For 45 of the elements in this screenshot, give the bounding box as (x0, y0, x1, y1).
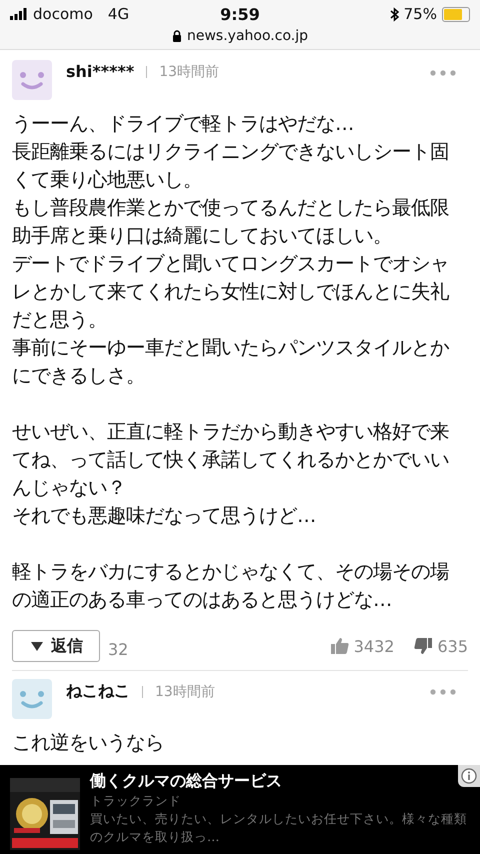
comment-text: てね、って話して快く承諾してくれるかとかでいい (12, 447, 449, 473)
reply-button[interactable]: 返信 (12, 630, 100, 662)
advertiser-name: トラックランド (90, 792, 182, 810)
comment-text: くて乗り心地悪いし。 (12, 167, 202, 193)
lock-icon (172, 30, 182, 42)
comment-text: にできるしさ。 (12, 363, 145, 389)
signal-icon (10, 8, 28, 20)
user-name[interactable]: shi***** (66, 62, 134, 81)
comment-text: 助手席と乗り口は綺麗にしておいてほしい。 (12, 223, 392, 249)
comment-text: だと思う。 (12, 307, 107, 333)
comment-text: デートでドライブと聞いてロングスカートでオシャ (12, 251, 449, 277)
comment-text: んじゃない？ (12, 475, 126, 501)
user-name[interactable]: ねこねこ (66, 681, 130, 702)
comment-text: もし普段農作業とかで使ってるんだとしたら最低限 (12, 195, 449, 221)
ad-description: 買いたい、売りたい、レンタルしたいお任せ下さい。様々な種類 (90, 810, 467, 828)
network-type: 4G (108, 5, 130, 23)
thumbs-up-icon (330, 638, 349, 654)
post-time: 13時間前 (159, 62, 220, 80)
comment-text: これ逆をいうなら (12, 730, 164, 756)
ad-title: 働くクルマの総合サービス (90, 770, 283, 792)
like-button[interactable]: 3432 (330, 636, 394, 656)
caret-icon (31, 642, 43, 650)
carrier-name: docomo (33, 5, 93, 23)
more-icon[interactable] (430, 689, 456, 695)
comment-text: うーーん、ドライブで軽トラはやだな… (12, 111, 354, 137)
bluetooth-icon (390, 6, 399, 22)
reply-count: 32 (108, 640, 128, 658)
thumbs-down-icon (414, 638, 432, 654)
dislike-button[interactable]: 635 (414, 636, 468, 656)
comment-text: それでも悪趣味だなって思うけど… (12, 503, 316, 529)
comment-text: 事前にそーゆー車だと聞いたらパンツスタイルとか (12, 335, 449, 361)
url-text[interactable]: news.yahoo.co.jp (187, 28, 308, 44)
clock-time: 9:59 (220, 4, 260, 24)
comment-text: せいぜい、正直に軽トラだから動きやすい格好で来 (12, 419, 449, 445)
battery-icon (442, 6, 470, 22)
comment-text: 長距離乗るにはリクライニングできないしシート固 (12, 139, 449, 165)
more-icon[interactable] (430, 70, 456, 76)
comment-text: レとかして来てくれたら女性に対しでほんとに失礼 (12, 279, 449, 305)
ad-description: のクルマを取り扱っ… (90, 828, 220, 846)
info-icon[interactable] (458, 765, 480, 787)
comment-text: 軽トラをバカにするとかじゃなくて、その場その場 (12, 559, 449, 585)
ad-banner[interactable]: 働くクルマの総合サービス トラックランド 買いたい、売りたい、レンタルしたいお任せ下さい。様々な種類 のクルマを取り扱っ… (0, 765, 480, 854)
comment-text: の適正のある車ってのはあると思うけどな… (12, 587, 392, 613)
battery-percent: 75% (404, 5, 437, 23)
post-time: 13時間前 (155, 682, 215, 700)
